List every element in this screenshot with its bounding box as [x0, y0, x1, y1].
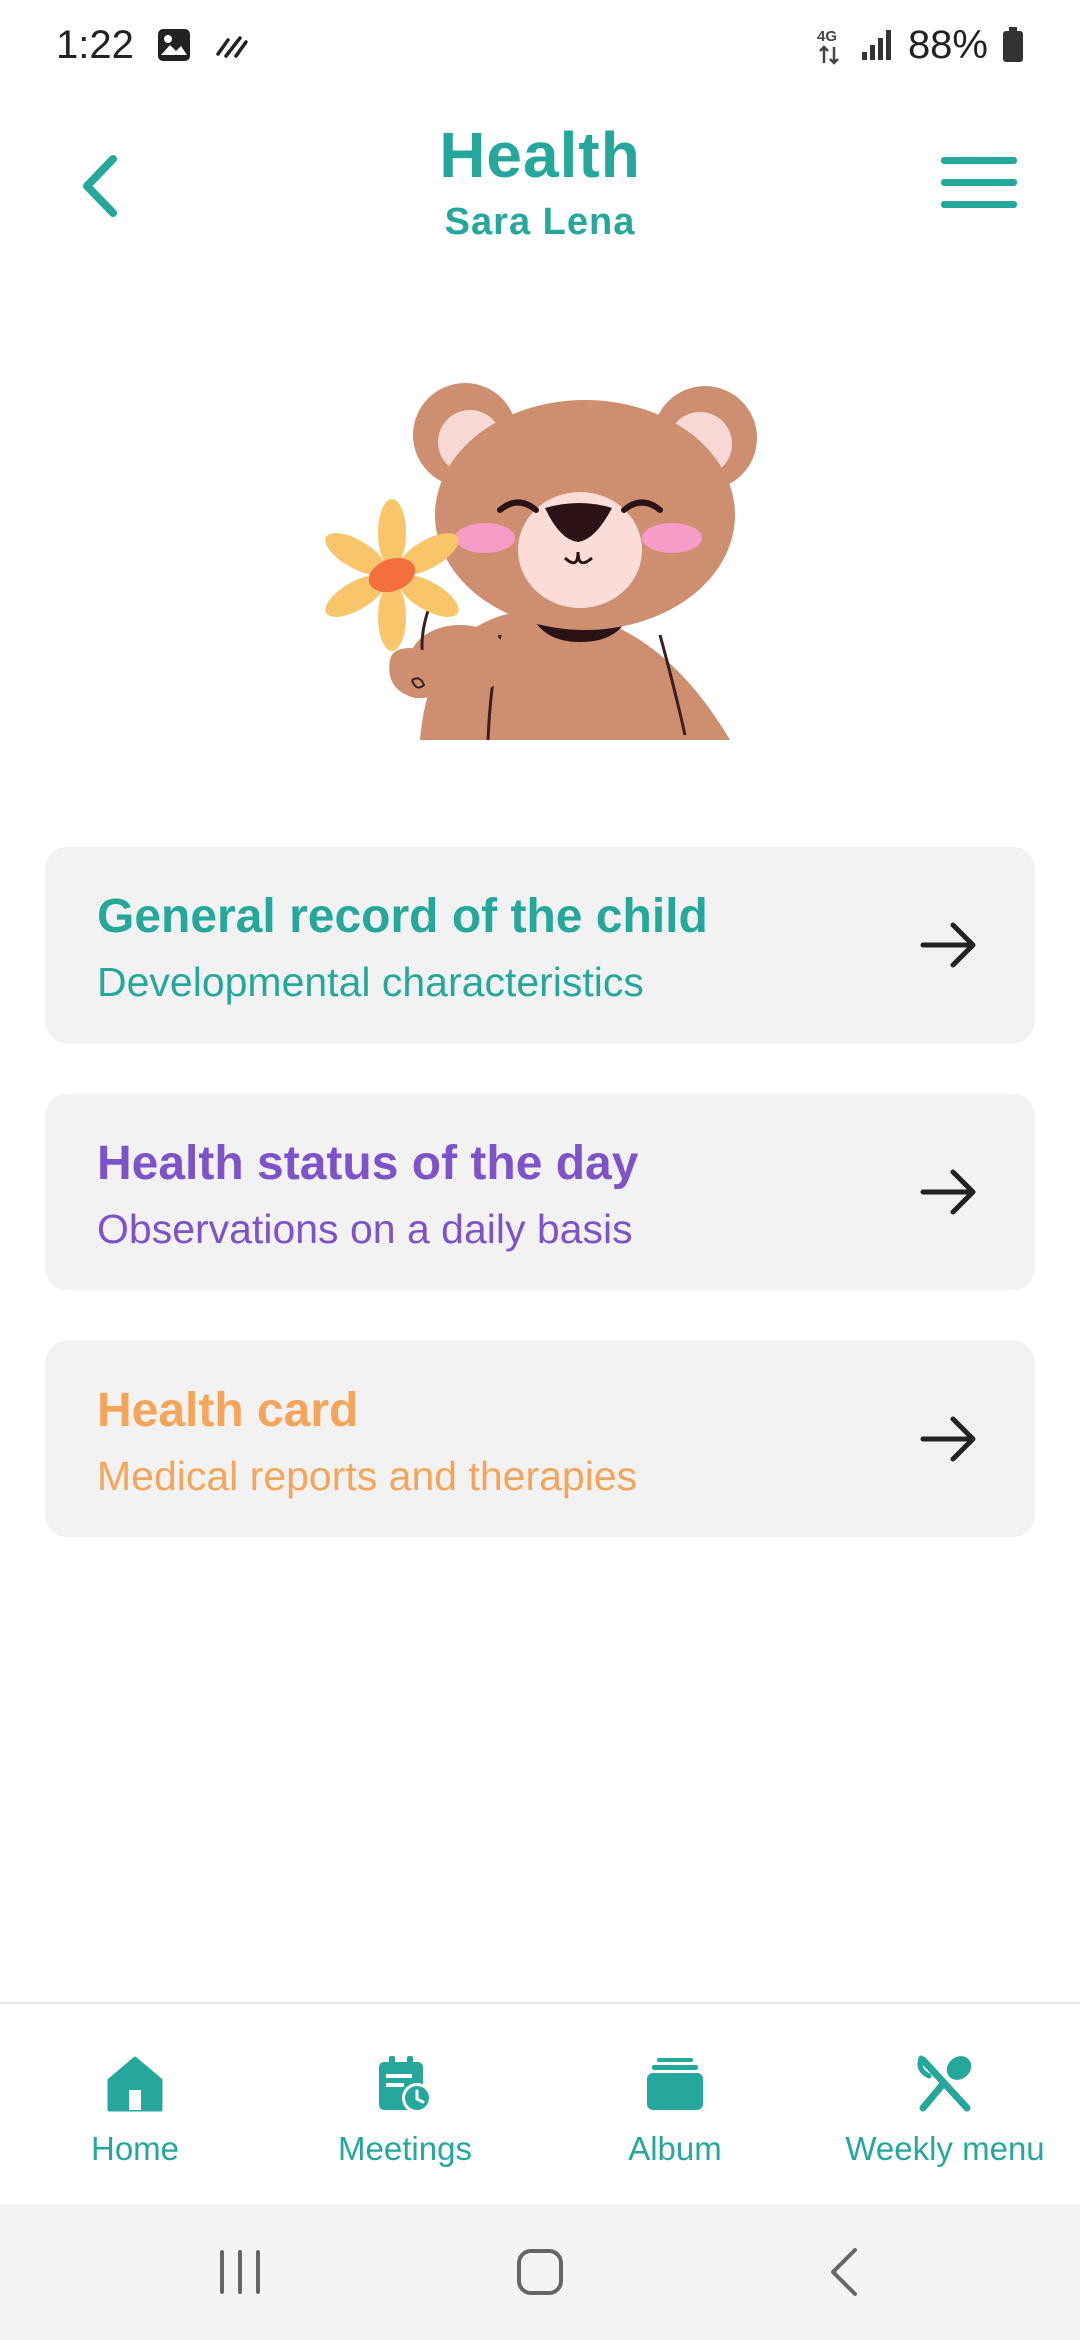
nav-label: Home	[90, 2130, 180, 2167]
card-health-status[interactable]: Health status of the day Observations on…	[45, 1094, 1035, 1290]
menu-button[interactable]	[934, 148, 1024, 218]
signal-icon	[860, 28, 894, 62]
nav-label: Weekly menu	[845, 2130, 1045, 2167]
card-title: Health status of the day	[97, 1137, 639, 1190]
status-time: 1:22	[56, 22, 134, 67]
cutlery-icon	[917, 2055, 972, 2112]
calendar-clock-icon	[379, 2056, 432, 2113]
home-circle-icon[interactable]	[510, 2242, 570, 2302]
battery-icon	[1002, 27, 1024, 63]
arrow-right-icon	[920, 1169, 976, 1215]
status-left: 1:22	[56, 23, 250, 68]
home-icon	[107, 2056, 163, 2112]
image-icon	[156, 27, 192, 63]
system-nav-bar	[0, 2204, 1080, 2340]
status-right: 4G 88%	[816, 23, 1024, 68]
card-title: General record of the child	[97, 890, 708, 943]
battery-percent: 88%	[907, 22, 988, 67]
app-header: Health Sara Lena	[0, 110, 1080, 260]
nav-label: Meetings	[338, 2130, 472, 2167]
arrow-right-icon	[920, 1416, 976, 1462]
back-button[interactable]	[60, 136, 140, 236]
back-icon[interactable]	[815, 2242, 875, 2302]
card-general-record[interactable]: General record of the child Developmenta…	[45, 847, 1035, 1043]
bear-illustration	[320, 380, 760, 741]
page-title: Health	[439, 119, 641, 191]
card-subtitle: Medical reports and therapies	[97, 1453, 638, 1499]
recents-icon[interactable]	[210, 2242, 270, 2302]
sync-icon	[214, 30, 250, 60]
network-4g-icon: 4G	[816, 25, 846, 65]
status-bar: 1:22 4G 88%	[0, 0, 1080, 90]
title-block: Health Sara Lena	[240, 110, 840, 244]
bottom-nav: Home Meetings Album Weekly menu	[0, 2002, 1080, 2204]
card-title: Health card	[97, 1384, 359, 1437]
card-subtitle: Observations on a daily basis	[97, 1206, 633, 1252]
chevron-left-icon	[83, 155, 117, 217]
nav-meetings[interactable]: Meetings	[270, 2004, 540, 2206]
nav-weekly-menu[interactable]: Weekly menu	[810, 2004, 1080, 2206]
card-subtitle: Developmental characteristics	[97, 959, 644, 1005]
card-health-card[interactable]: Health card Medical reports and therapie…	[45, 1341, 1035, 1537]
hamburger-menu-icon	[941, 157, 1017, 208]
network-label: 4G	[817, 28, 837, 45]
nav-album[interactable]: Album	[540, 2004, 810, 2206]
page-subtitle: Sara Lena	[444, 201, 636, 243]
arrow-right-icon	[920, 922, 976, 968]
nav-home[interactable]: Home	[0, 2004, 270, 2206]
nav-label: Album	[628, 2130, 722, 2167]
album-icon	[647, 2058, 703, 2110]
